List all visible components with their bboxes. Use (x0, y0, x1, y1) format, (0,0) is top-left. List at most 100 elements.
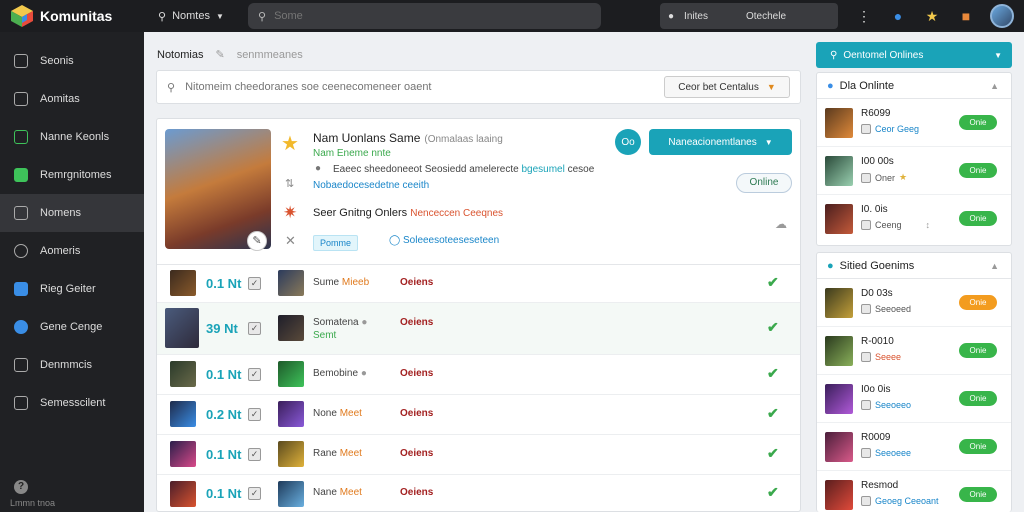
global-search-input[interactable] (274, 10, 575, 22)
checkbox-icon[interactable] (861, 220, 871, 230)
game-thumbnail[interactable] (825, 432, 853, 462)
list-item[interactable]: D0 03s Seeoeed Onie (817, 279, 1011, 327)
tools-icon[interactable]: ✕ (285, 233, 296, 249)
game-thumbnail[interactable] (278, 361, 304, 387)
check-icon[interactable]: ✔ (767, 274, 783, 290)
status-badge[interactable]: Onie (959, 343, 997, 358)
game-thumbnail[interactable] (170, 481, 196, 507)
game-thumbnail[interactable] (170, 270, 196, 296)
row-checkbox[interactable]: ✓ (248, 277, 261, 290)
sidebar-item-1[interactable]: Aomitas (0, 80, 144, 118)
featured-game-social-highlight[interactable]: Nenceccen Ceeqnes (410, 208, 503, 219)
sidebar-item-9[interactable]: Semesscilent (0, 384, 144, 422)
featured-primary-button[interactable]: Naneacionemtlanes ▼ (649, 129, 792, 155)
sidebar-item-4[interactable]: Nomens (0, 194, 144, 232)
top-control-right[interactable]: Otechele (746, 11, 786, 22)
online-header-button[interactable]: ⚲ Oentomel Onlines ▼ (816, 42, 1012, 68)
game-thumbnail[interactable] (165, 308, 199, 348)
game-thumbnail[interactable] (278, 481, 304, 507)
game-thumbnail[interactable] (170, 441, 196, 467)
list-item[interactable]: Resmod Geoeg Ceeoant Onie (817, 471, 1011, 512)
check-icon[interactable]: ✔ (767, 405, 783, 421)
content-search[interactable]: ⚲ Ceor bet Centalus ▼ (156, 70, 801, 104)
featured-game-tag-link[interactable]: ◯ Soleeesoteeseseteen (389, 235, 499, 246)
star-icon[interactable]: ★ (922, 6, 942, 26)
featured-game-title[interactable]: Nam Uonlans Same (Onmalaas laaing (313, 131, 503, 145)
sidebar-item-5[interactable]: Aomeris (0, 232, 144, 270)
row-name[interactable]: Somatena ● Semt (313, 317, 367, 341)
checkbox-icon[interactable] (861, 448, 871, 458)
game-thumbnail[interactable] (278, 401, 304, 427)
list-item[interactable]: R0009 Seeoeee Onie (817, 423, 1011, 471)
game-thumbnail[interactable] (170, 361, 196, 387)
game-thumbnail[interactable] (825, 204, 853, 234)
featured-game-tag[interactable]: Pomme (313, 235, 359, 251)
check-icon[interactable]: ✔ (767, 319, 783, 335)
game-thumbnail[interactable] (278, 315, 304, 341)
check-icon[interactable]: ✔ (767, 484, 783, 500)
logo-icon[interactable] (10, 4, 34, 28)
sort-dropdown[interactable]: Ceor bet Centalus ▼ (664, 76, 790, 98)
featured-game-link[interactable]: Nobaedocesedetne ceeith (313, 180, 429, 191)
featured-round-button[interactable]: Oo (615, 129, 641, 155)
row-name[interactable]: None Meet (313, 408, 362, 419)
star-icon[interactable]: ★ (281, 131, 299, 156)
help-icon[interactable]: ? (14, 480, 28, 494)
row-checkbox[interactable]: ✓ (248, 322, 261, 335)
list-item[interactable]: I0o 0is Seeoeeo Onie (817, 375, 1011, 423)
game-thumbnail[interactable] (170, 401, 196, 427)
row-checkbox[interactable]: ✓ (248, 448, 261, 461)
checkbox-icon[interactable] (861, 496, 871, 506)
table-row[interactable]: 0.1 Nt ✓ Nane Meet Oeiens ✔ (157, 475, 800, 512)
game-thumbnail[interactable] (278, 270, 304, 296)
table-row[interactable]: 0.1 Nt ✓ Sume Mieeb Oeiens ✔ (157, 265, 800, 303)
pencil-icon[interactable]: ✎ (215, 48, 224, 61)
list-item[interactable]: R6099 Ceor Geeg Onie (817, 99, 1011, 147)
global-search[interactable]: ⚲ (248, 3, 601, 29)
table-row[interactable]: 0.1 Nt ✓ Bemobine ● Oeiens ✔ (157, 355, 800, 395)
game-thumbnail[interactable] (825, 384, 853, 414)
game-thumbnail[interactable] (825, 108, 853, 138)
avatar[interactable] (990, 4, 1014, 28)
sidebar-item-6[interactable]: Rieg Geiter (0, 270, 144, 308)
notification-icon[interactable]: ● (888, 6, 908, 26)
share-icon[interactable]: ⇅ (285, 177, 294, 190)
top-control-group[interactable]: ● Inites Otechele (660, 3, 838, 29)
suggested-card-title[interactable]: ● Sitied Goenims ▲ (817, 253, 1011, 279)
category-dropdown[interactable]: ⚲ Nomtes ▼ (158, 5, 224, 27)
status-badge[interactable]: Onie (959, 439, 997, 454)
more-vertical-icon[interactable]: ⋮ (854, 6, 874, 26)
content-search-input[interactable] (185, 81, 646, 93)
row-checkbox[interactable]: ✓ (248, 487, 261, 500)
check-icon[interactable]: ✔ (767, 365, 783, 381)
table-row[interactable]: 0.1 Nt ✓ Rane Meet Oeiens ✔ (157, 435, 800, 475)
checkbox-icon[interactable] (861, 352, 871, 362)
game-thumbnail[interactable] (825, 288, 853, 318)
row-checkbox[interactable]: ✓ (248, 408, 261, 421)
brand-name[interactable]: Komunitas (40, 8, 112, 24)
table-row[interactable]: 0.2 Nt ✓ None Meet Oeiens ✔ (157, 395, 800, 435)
status-badge[interactable]: Onie (959, 295, 997, 310)
online-button[interactable]: Online (736, 173, 792, 193)
sidebar-footer[interactable]: Lmmn tnoa (10, 498, 55, 508)
list-item[interactable]: I0. 0is Ceeng ↕ Onie (817, 195, 1011, 243)
sidebar-item-3[interactable]: Remrgnitomes (0, 156, 144, 194)
game-thumbnail[interactable] (825, 336, 853, 366)
sidebar-item-7[interactable]: Gene Cenge (0, 308, 144, 346)
checkbox-icon[interactable] (861, 400, 871, 410)
gift-icon[interactable]: ■ (956, 6, 976, 26)
breadcrumb-sub[interactable]: senmmeanes (237, 49, 303, 61)
list-item[interactable]: I00 00s Oner ★ Onie (817, 147, 1011, 195)
status-badge[interactable]: Onie (959, 211, 997, 226)
status-badge[interactable]: Onie (959, 163, 997, 178)
featured-game-description-highlight[interactable]: bgesumel (521, 164, 564, 175)
sidebar-item-2[interactable]: Nanne Keonls (0, 118, 144, 156)
row-checkbox[interactable]: ✓ (248, 368, 261, 381)
checkbox-icon[interactable] (861, 172, 871, 183)
game-thumbnail[interactable] (825, 156, 853, 186)
status-badge[interactable]: Onie (959, 391, 997, 406)
sidebar-item-0[interactable]: Seonis (0, 42, 144, 80)
online-card-title[interactable]: ● Dla Onlinte ▲ (817, 73, 1011, 99)
check-icon[interactable]: ✔ (767, 445, 783, 461)
edit-icon[interactable]: ✎ (247, 231, 267, 251)
